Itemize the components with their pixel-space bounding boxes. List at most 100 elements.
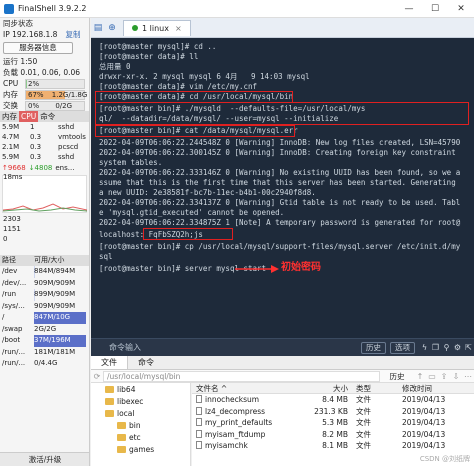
process-row[interactable]: 2.1M 0.3 pcscd <box>0 142 89 152</box>
folder-icon[interactable]: ▤ <box>91 23 105 33</box>
folder-icon <box>117 433 126 441</box>
file-row[interactable]: innochecksum 8.4 MB 文件 2019/04/13 <box>192 394 474 406</box>
disk-header-path[interactable]: 路径 <box>0 255 34 266</box>
terminal-line: [root@master mysql]# cd .. <box>99 42 217 51</box>
close-button[interactable]: ✕ <box>448 4 474 14</box>
proc-mem: 4.7M <box>2 133 20 141</box>
disk-path: /run <box>2 290 17 298</box>
proc-header-mem[interactable]: 内存 <box>0 111 19 122</box>
proc-cpu: 0.3 <box>30 143 42 151</box>
file-list: 文件名 ^ 大小 类型 修改时间 innochecksum 8.4 MB 文件 201… <box>192 383 474 466</box>
file-row[interactable]: myisamchk 8.1 MB 文件 2019/04/13 <box>192 440 474 452</box>
proc-header-cpu[interactable]: CPU <box>19 111 39 122</box>
file-row[interactable]: myisam_ftdump 8.2 MB 文件 2019/04/13 <box>192 429 474 441</box>
terminal-line: 2022-04-09T06:06:22.334875Z 1 [Note] A t… <box>99 218 461 227</box>
file-row[interactable]: lz4_decompress 231.3 KB 文件 2019/04/13 <box>192 406 474 418</box>
search-icon[interactable]: ⚲ <box>441 343 452 352</box>
tree-item[interactable]: games <box>91 443 190 455</box>
tree-item[interactable]: etc <box>91 431 190 443</box>
file-date: 2019/04/13 <box>402 395 446 404</box>
tab-files[interactable]: 文件 <box>91 356 128 369</box>
new-tab-icon[interactable]: ⊕ <box>105 23 119 33</box>
file-icon <box>196 418 202 426</box>
disk-row[interactable]: /run/... 181M/181M <box>0 347 89 359</box>
graph-max: 2303 <box>3 215 21 223</box>
tree-item[interactable]: lib64 <box>91 383 190 395</box>
swap-row: 交换 0% 0/2G <box>0 100 89 111</box>
header-size[interactable]: 大小 <box>304 383 352 393</box>
close-tab-icon[interactable]: × <box>175 24 182 33</box>
process-row[interactable]: 4.7M 0.3 vmtools <box>0 132 89 142</box>
upload-icon[interactable]: ⇪ <box>438 372 450 381</box>
process-table-header: 内存 CPU 命令 <box>0 111 89 122</box>
file-type: 文件 <box>356 406 371 416</box>
net-down: ↓4808 <box>28 163 53 172</box>
disk-row[interactable]: /boot 37M/196M <box>0 335 89 347</box>
lightning-icon[interactable]: ϟ <box>419 343 430 352</box>
uptime: 运行 1:50 <box>3 57 38 66</box>
command-input[interactable]: 命令输入 <box>91 342 361 353</box>
header-modified[interactable]: 修改时间 <box>402 383 474 393</box>
disk-size: 181M/181M <box>34 347 76 356</box>
proc-cmd: vmtools <box>58 133 86 141</box>
cpu-row: CPU 2% <box>0 78 89 89</box>
settings-icon[interactable]: ⚙ <box>452 343 463 352</box>
tree-item[interactable]: bin <box>91 419 190 431</box>
net-interface-select[interactable]: ens... <box>55 164 74 172</box>
header-filename[interactable]: 文件名 ^ <box>192 383 304 393</box>
directory-tree: lib64 libexec local bin etc games <box>91 383 191 466</box>
graph-min: 0 <box>3 235 8 243</box>
expand-icon[interactable]: ⇱ <box>463 343 474 352</box>
disk-row[interactable]: /dev 884M/894M <box>0 266 89 278</box>
file-size: 8.2 MB <box>322 429 348 439</box>
new-folder-icon[interactable]: ▭ <box>426 372 438 381</box>
tree-item-label: bin <box>129 420 141 430</box>
copy-ip-link[interactable]: 复制 <box>65 29 80 40</box>
proc-header-cmd[interactable]: 命令 <box>38 111 57 122</box>
up-folder-icon[interactable]: ↑ <box>414 372 426 381</box>
disk-header-size[interactable]: 可用/大小 <box>34 255 64 266</box>
proc-cmd: sshd <box>58 123 75 131</box>
tree-item[interactable]: libexec <box>91 395 190 407</box>
copy-icon[interactable]: ❐ <box>430 343 441 352</box>
process-row[interactable]: 5.9M 1 sshd <box>0 122 89 132</box>
terminal-line: [root@master data]# ll <box>99 52 199 61</box>
process-row[interactable]: 5.9M 0.3 sshd <box>0 152 89 162</box>
header-type[interactable]: 类型 <box>352 383 402 393</box>
disk-row[interactable]: /run 899M/909M <box>0 289 89 301</box>
disk-row[interactable]: /run/... 0/4.4G <box>0 358 89 370</box>
disk-row[interactable]: /dev/... 909M/909M <box>0 278 89 290</box>
terminal[interactable]: [root@master mysql]# cd .. [root@master … <box>91 38 474 338</box>
tab-commands[interactable]: 命令 <box>128 356 164 369</box>
history-button[interactable]: 历史 <box>361 341 386 354</box>
session-tab[interactable]: 1 linux × <box>123 19 191 36</box>
process-list: 5.9M 1 sshd 4.7M 0.3 vmtools 2.1M 0.3 pcscd 5.… <box>0 122 89 162</box>
path-history-button[interactable]: 历史 <box>380 371 414 382</box>
disk-row[interactable]: /swap 2G/2G <box>0 324 89 336</box>
refresh-icon[interactable]: ⟳ <box>91 372 103 381</box>
swap-label: 交换 <box>3 101 18 110</box>
file-row[interactable]: my_print_defaults 5.3 MB 文件 2019/04/13 <box>192 417 474 429</box>
more-icon[interactable]: ⋯ <box>462 372 474 381</box>
terminal-line: 2022-04-09T06:06:22.333146Z 0 [Warning] … <box>99 168 461 177</box>
upgrade-button[interactable]: 激活/升级 <box>0 452 89 466</box>
proc-cpu: 0.3 <box>30 133 42 141</box>
network-row: ↑9668 ↓4808 ens... <box>0 162 89 173</box>
folder-icon <box>105 409 114 417</box>
download-icon[interactable]: ⇩ <box>450 372 462 381</box>
minimize-button[interactable]: — <box>396 4 422 14</box>
graph-latency: 18ms <box>3 173 23 181</box>
options-button[interactable]: 选项 <box>390 341 415 354</box>
maximize-button[interactable]: ☐ <box>422 4 448 14</box>
disk-path: /sys/... <box>2 301 25 310</box>
watermark: CSDN @刘纸牌 <box>419 455 470 463</box>
disk-row[interactable]: /sys/... 909M/909M <box>0 301 89 313</box>
window-title: FinalShell 3.9.2.2 <box>18 4 87 13</box>
path-input[interactable]: /usr/local/mysql/bin <box>103 370 380 382</box>
tree-item[interactable]: local <box>91 407 190 419</box>
server-info-button[interactable]: 服务器信息 <box>3 42 73 54</box>
disk-path: /run/... <box>2 347 26 356</box>
disk-row[interactable]: / 847M/10G <box>0 312 89 324</box>
highlight-initialize-command <box>95 102 469 125</box>
file-icon <box>196 429 202 438</box>
